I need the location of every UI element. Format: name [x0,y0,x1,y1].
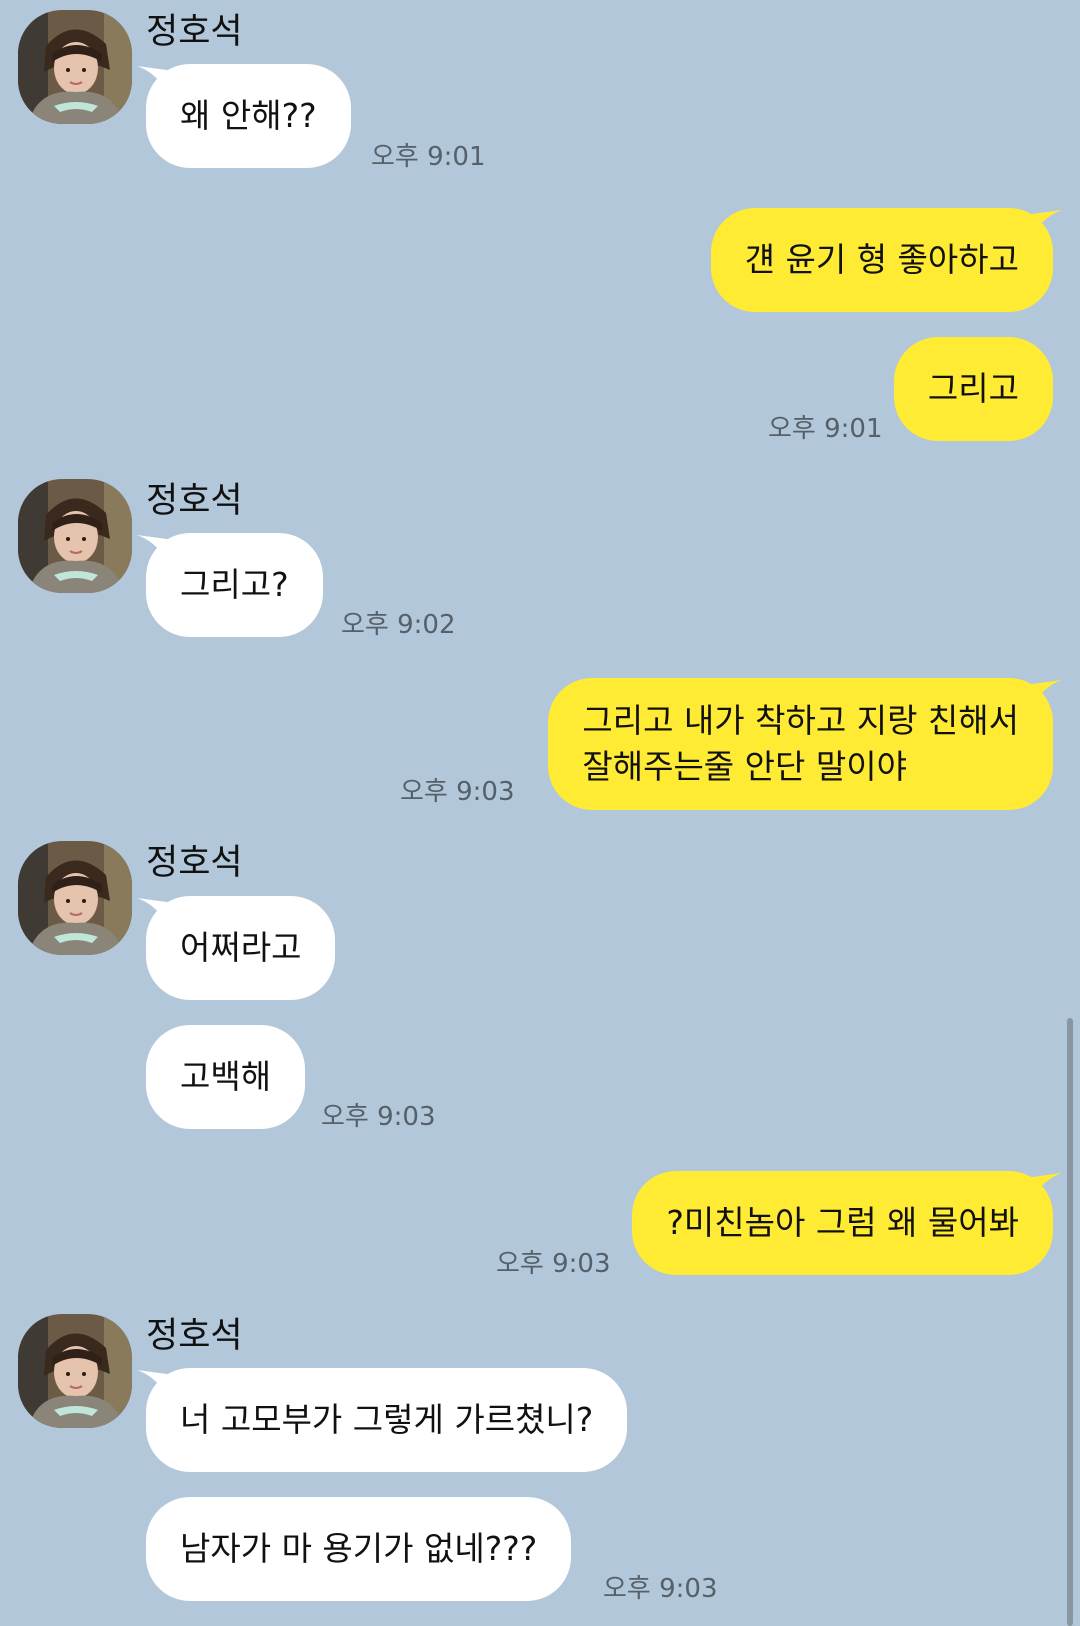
bubble-tail-icon [137,1370,167,1396]
message-bubble-in[interactable]: 남자가 마 용기가 없네??? [146,1497,572,1601]
message-bubble-in[interactable]: 너 고모부가 그렇게 가르쳤니? [146,1368,628,1472]
sender-name: 정호석 [146,481,243,521]
message-text: 왜 안해?? [180,96,317,135]
message-text: 너 고모부가 그렇게 가르쳤니? [180,1400,594,1439]
avatar[interactable] [18,841,132,955]
message-time: 오후 9:02 [341,610,456,640]
message-text: 남자가 마 용기가 없네??? [180,1529,538,1568]
message-text-line: 잘해주는줄 안단 말이야 [582,747,907,786]
bubble-tail-icon [1032,210,1062,236]
message-time: 오후 9:03 [603,1574,718,1604]
avatar[interactable] [18,10,132,124]
message-bubble-out[interactable]: 걘 윤기 형 좋아하고 [710,208,1053,312]
message-bubble-in[interactable]: 그리고? [146,533,323,637]
bubble-tail-icon [1032,680,1062,706]
profile-photo [18,10,132,124]
bubble-tail-icon [1032,1173,1062,1199]
message-bubble-in[interactable]: 왜 안해?? [146,64,351,168]
message-text: 그리고? [180,565,289,604]
message-bubble-out[interactable]: ?미친놈아 그럼 왜 물어봐 [632,1171,1053,1275]
sender-name: 정호석 [146,12,243,52]
message-text: 걘 윤기 형 좋아하고 [744,240,1019,279]
message-time: 오후 9:03 [496,1249,611,1279]
message-time: 오후 9:01 [768,414,883,444]
message-time: 오후 9:03 [400,777,515,807]
message-bubble-out[interactable]: 그리고 [893,337,1053,441]
avatar[interactable] [18,479,132,593]
message-text: 고백해 [180,1057,272,1096]
scrollbar[interactable] [1067,1018,1073,1626]
message-bubble-out[interactable]: 그리고 내가 착하고 지랑 친해서 잘해주는줄 안단 말이야 [548,678,1053,810]
message-bubble-in[interactable]: 고백해 [146,1025,306,1129]
message-time: 오후 9:01 [371,142,486,172]
message-text: 그리고 [927,369,1019,408]
message-time: 오후 9:03 [321,1102,436,1132]
message-bubble-in[interactable]: 어쩌라고 [146,896,336,1000]
bubble-tail-icon [137,898,167,924]
sender-name: 정호석 [146,1316,243,1356]
message-text: 어쩌라고 [180,928,302,967]
profile-photo [18,1314,132,1428]
avatar[interactable] [18,1314,132,1428]
message-text: ?미친놈아 그럼 왜 물어봐 [666,1203,1019,1242]
bubble-tail-icon [137,66,167,92]
message-text-line: 그리고 내가 착하고 지랑 친해서 [582,701,1019,740]
bubble-tail-icon [137,535,167,561]
profile-photo [18,479,132,593]
profile-photo [18,841,132,955]
sender-name: 정호석 [146,843,243,883]
